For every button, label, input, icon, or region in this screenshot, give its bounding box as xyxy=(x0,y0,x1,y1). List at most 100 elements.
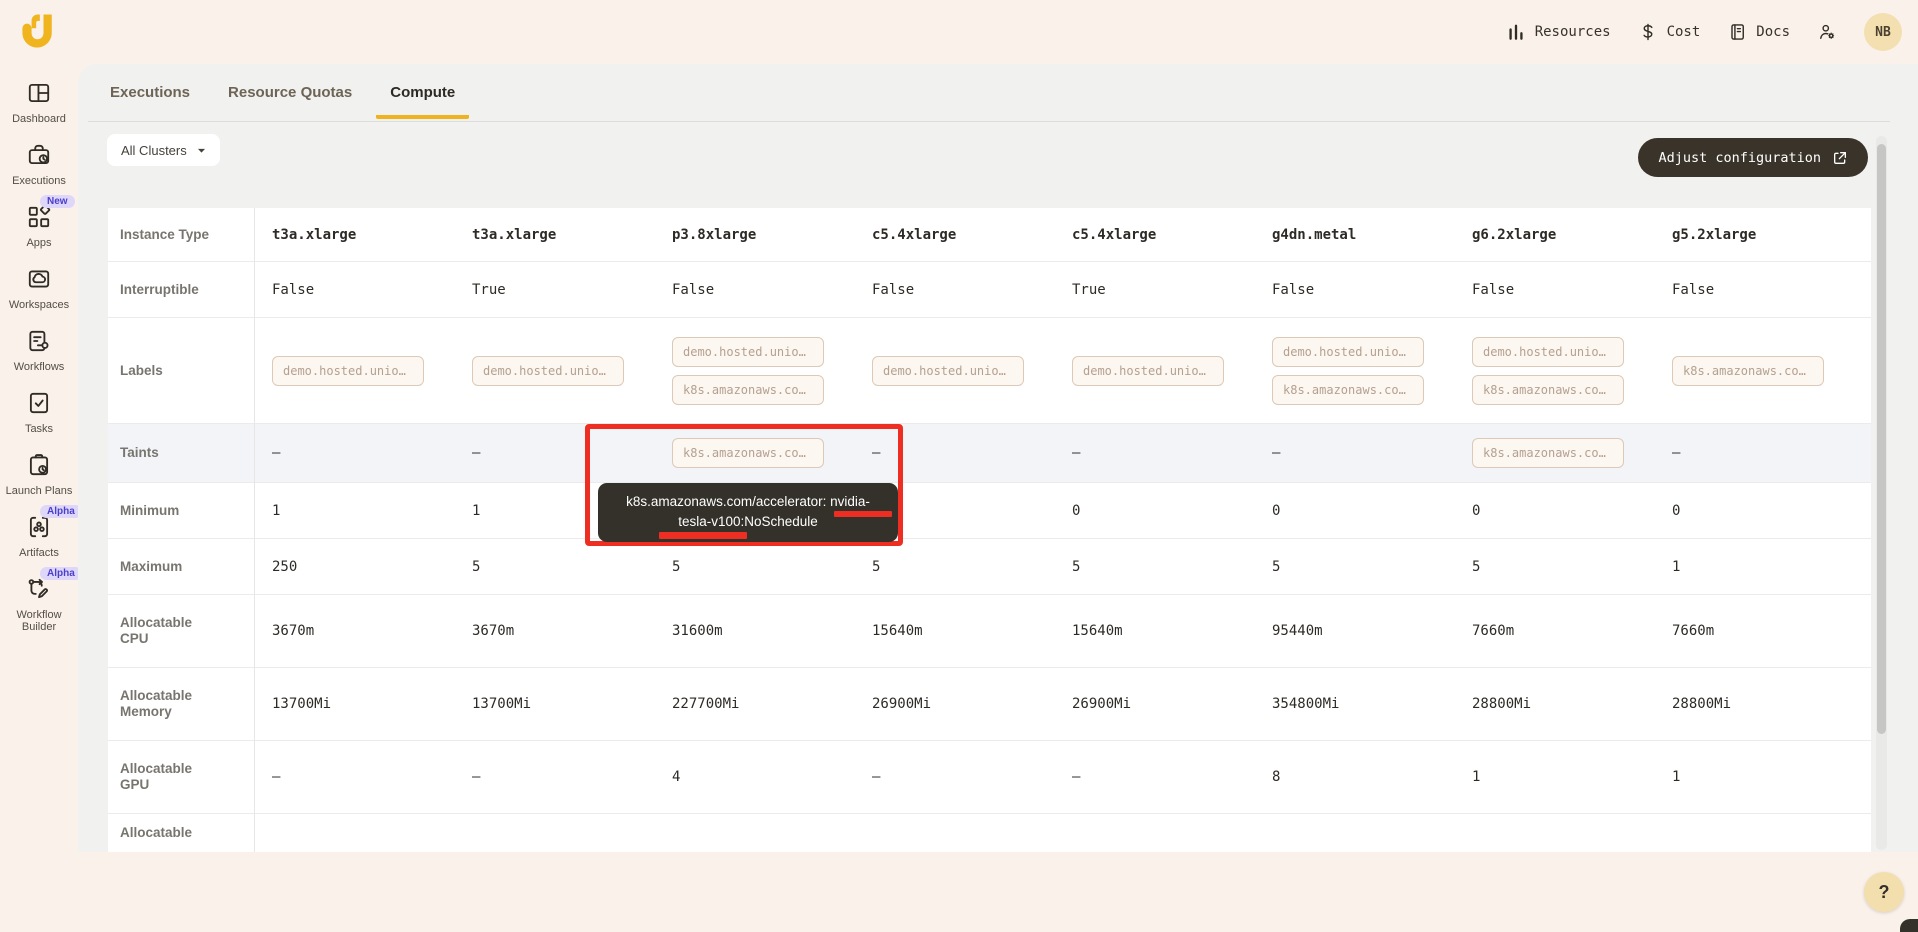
cell-interruptible-col8: False xyxy=(1654,262,1871,317)
label-chip[interactable]: k8s.amazonaws.co… xyxy=(1272,375,1424,405)
label-chip[interactable]: k8s.amazonaws.co… xyxy=(1472,375,1624,405)
cell-instance-type-col2: t3a.xlarge xyxy=(454,208,654,261)
label-chip[interactable]: demo.hosted.unio… xyxy=(472,356,624,386)
label-chip[interactable]: demo.hosted.unio… xyxy=(872,356,1024,386)
external-link-icon xyxy=(1832,150,1848,166)
docs-icon xyxy=(1727,22,1747,42)
user-avatar[interactable]: NB xyxy=(1864,13,1902,51)
cell-value: 1 xyxy=(1672,769,1680,785)
label-chip[interactable]: demo.hosted.unio… xyxy=(1272,337,1424,367)
row-label-instance-type: Instance Type xyxy=(108,208,254,261)
cell-value: False xyxy=(672,282,714,298)
cell-value: 26900Mi xyxy=(872,696,931,712)
cell-instance-type-col6: g4dn.metal xyxy=(1254,208,1454,261)
cell-value: True xyxy=(1072,282,1106,298)
row-label-allocatable-memory: Allocatable Memory xyxy=(108,668,254,740)
cell-value: — xyxy=(872,445,880,461)
cell-allocatable-extra-col7 xyxy=(1454,814,1654,852)
adjust-configuration-label: Adjust configuration xyxy=(1658,150,1821,166)
cell-allocatable-memory-col7: 28800Mi xyxy=(1454,668,1654,740)
sidebar-item-tasks[interactable]: Tasks xyxy=(0,390,78,435)
sidebar-item-label: Launch Plans xyxy=(6,485,73,497)
row-label-interruptible: Interruptible xyxy=(108,262,254,317)
cell-value: 8 xyxy=(1272,769,1280,785)
label-chip[interactable]: k8s.amazonaws.co… xyxy=(1672,356,1824,386)
cell-interruptible-col7: False xyxy=(1454,262,1654,317)
cell-allocatable-cpu-col3: 31600m xyxy=(654,595,854,667)
badge-new: New xyxy=(40,195,75,208)
cell-allocatable-gpu-col1: — xyxy=(254,741,454,813)
taint-tooltip-line1: k8s.amazonaws.com/accelerator: nvidia- xyxy=(604,492,892,512)
cell-taints-col4: — xyxy=(854,424,1054,482)
sidebar-item-workflow-builder[interactable]: AlphaWorkflow Builder xyxy=(0,576,78,633)
table-row-labels: Labelsdemo.hosted.unio…demo.hosted.unio…… xyxy=(108,318,1871,424)
label-column-divider xyxy=(254,208,255,852)
cell-value: 3670m xyxy=(272,623,314,639)
cell-value: c5.4xlarge xyxy=(1072,227,1156,243)
cell-allocatable-memory-col3: 227700Mi xyxy=(654,668,854,740)
sidebar-item-label: Tasks xyxy=(25,423,53,435)
cell-allocatable-memory-col5: 26900Mi xyxy=(1054,668,1254,740)
tab-compute[interactable]: Compute xyxy=(376,74,469,119)
taint-chip[interactable]: k8s.amazonaws.co… xyxy=(672,438,824,468)
cell-instance-type-col3: p3.8xlarge xyxy=(654,208,854,261)
union-logo[interactable] xyxy=(16,9,60,53)
corner-widget xyxy=(1900,919,1918,932)
sidebar-item-executions[interactable]: Executions xyxy=(0,142,78,187)
table-row-allocatable-memory: Allocatable Memory13700Mi13700Mi227700Mi… xyxy=(108,668,1871,741)
sidebar-item-label: Workflows xyxy=(14,361,65,373)
adjust-configuration-button[interactable]: Adjust configuration xyxy=(1638,138,1868,177)
cell-labels-col8: k8s.amazonaws.co… xyxy=(1654,318,1871,423)
cell-allocatable-cpu-col1: 3670m xyxy=(254,595,454,667)
sidebar-item-label: Executions xyxy=(12,175,66,187)
label-chip[interactable]: k8s.amazonaws.co… xyxy=(672,375,824,405)
topnav-docs[interactable]: Docs xyxy=(1727,22,1790,42)
cluster-filter-dropdown[interactable]: All Clusters xyxy=(107,134,220,166)
cell-allocatable-extra-col6 xyxy=(1254,814,1454,852)
launch-plans-icon xyxy=(26,452,52,478)
tab-resource-quotas[interactable]: Resource Quotas xyxy=(214,74,366,119)
cell-value: 31600m xyxy=(672,623,723,639)
cell-minimum-col5: 0 xyxy=(1054,483,1254,538)
cell-allocatable-gpu-col6: 8 xyxy=(1254,741,1454,813)
cell-allocatable-cpu-col6: 95440m xyxy=(1254,595,1454,667)
table-scrollbar-thumb[interactable] xyxy=(1877,144,1886,734)
sidebar-item-dashboard[interactable]: Dashboard xyxy=(0,80,78,125)
sidebar-item-artifacts[interactable]: AlphaArtifacts xyxy=(0,514,78,559)
cell-minimum-col1: 1 xyxy=(254,483,454,538)
workflows-icon xyxy=(26,328,52,354)
topnav-resources[interactable]: Resources xyxy=(1506,22,1611,42)
label-chip[interactable]: demo.hosted.unio… xyxy=(272,356,424,386)
cell-allocatable-gpu-col8: 1 xyxy=(1654,741,1871,813)
row-label-allocatable-extra: Allocatable xyxy=(108,814,254,852)
taint-chip[interactable]: k8s.amazonaws.co… xyxy=(1472,438,1624,468)
cell-value: — xyxy=(1072,769,1080,785)
topnav-label: Resources xyxy=(1535,24,1611,40)
sidebar-item-apps[interactable]: NewApps xyxy=(0,204,78,249)
table-row-allocatable-extra: Allocatable xyxy=(108,814,1871,852)
table-row-taints: Taints——k8s.amazonaws.co…———k8s.amazonaw… xyxy=(108,424,1871,483)
cell-allocatable-memory-col8: 28800Mi xyxy=(1654,668,1871,740)
cell-labels-col6: demo.hosted.unio… k8s.amazonaws.co… xyxy=(1254,318,1454,423)
cell-value: g6.2xlarge xyxy=(1472,227,1556,243)
cell-maximum-col7: 5 xyxy=(1454,539,1654,594)
help-button[interactable]: ? xyxy=(1864,872,1904,912)
user-settings-icon[interactable] xyxy=(1817,22,1837,42)
tab-executions[interactable]: Executions xyxy=(96,74,204,119)
sidebar-item-workspaces[interactable]: Workspaces xyxy=(0,266,78,311)
cell-value: 95440m xyxy=(1272,623,1323,639)
cell-taints-col1: — xyxy=(254,424,454,482)
tasks-icon xyxy=(26,390,52,416)
label-chip[interactable]: demo.hosted.unio… xyxy=(1472,337,1624,367)
label-chip[interactable]: demo.hosted.unio… xyxy=(672,337,824,367)
topnav-cost[interactable]: Cost xyxy=(1638,22,1701,42)
sidebar-item-workflows[interactable]: Workflows xyxy=(0,328,78,373)
label-chip[interactable]: demo.hosted.unio… xyxy=(1072,356,1224,386)
cell-taints-col5: — xyxy=(1054,424,1254,482)
sidebar-item-launch-plans[interactable]: Launch Plans xyxy=(0,452,78,497)
cell-value: 5 xyxy=(1072,559,1080,575)
annotation-underline-2 xyxy=(659,532,747,539)
sidebar: Dashboard Executions NewApps Workspaces Work… xyxy=(0,64,78,932)
table-row-allocatable-cpu: Allocatable CPU3670m3670m31600m15640m156… xyxy=(108,595,1871,668)
union-logo-icon xyxy=(16,9,60,53)
